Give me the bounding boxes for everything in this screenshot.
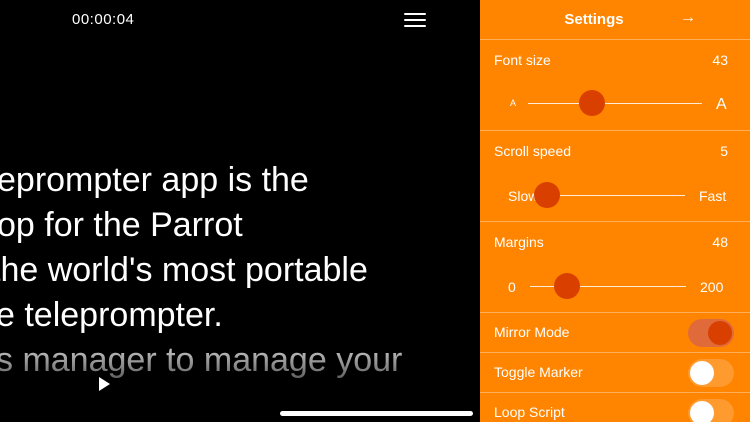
toggle-knob: [690, 361, 714, 385]
font-size-setting: Font size 43 A A: [480, 40, 750, 131]
script-line: e teleprompter.: [0, 296, 223, 334]
mirror-mode-toggle[interactable]: [688, 319, 734, 347]
script-line: eprompter app is the: [0, 161, 309, 199]
margins-min-label: 0: [508, 279, 516, 295]
font-size-slider-thumb[interactable]: [579, 90, 606, 116]
toggle-marker-setting: Toggle Marker: [480, 353, 750, 393]
scroll-speed-slider[interactable]: [534, 182, 685, 208]
scroll-speed-slider-thumb[interactable]: [534, 182, 560, 208]
settings-panel: Settings → Font size 43 A A Scroll speed…: [480, 0, 750, 422]
toggle-knob: [690, 401, 714, 422]
font-size-label: Font size: [494, 52, 551, 68]
margins-value: 48: [712, 234, 728, 250]
font-size-min-label: A: [510, 98, 517, 108]
font-size-max-label: A: [716, 96, 727, 113]
scroll-speed-label: Scroll speed: [494, 143, 572, 159]
margins-label: Margins: [494, 234, 544, 250]
margins-slider-thumb[interactable]: [554, 273, 581, 299]
margins-setting: Margins 48 0 200: [480, 222, 750, 313]
margins-slider[interactable]: [530, 273, 686, 299]
settings-title: Settings: [564, 11, 624, 28]
close-arrow-icon[interactable]: →: [680, 9, 696, 27]
script-line: op for the Parrot: [0, 206, 243, 244]
settings-header: Settings →: [480, 0, 750, 40]
toggle-knob: [708, 321, 732, 345]
mirror-mode-label: Mirror Mode: [494, 324, 570, 340]
play-icon[interactable]: [99, 377, 110, 391]
script-line: the world's most portable: [0, 251, 368, 289]
loop-script-setting: Loop Script: [480, 393, 750, 422]
loop-script-toggle[interactable]: [688, 399, 734, 422]
script-text: eprompter app is the op for the Parrot t…: [0, 158, 480, 388]
home-indicator: [280, 411, 473, 416]
font-size-value: 43: [712, 52, 728, 68]
mirror-mode-setting: Mirror Mode: [480, 313, 750, 353]
elapsed-timer: 00:00:04: [72, 11, 135, 28]
script-line: s manager to manage your: [0, 341, 403, 379]
loop-script-label: Loop Script: [494, 404, 565, 420]
margins-max-label: 200: [700, 279, 724, 295]
font-size-slider[interactable]: [528, 90, 702, 116]
scroll-speed-max-label: Fast: [699, 188, 727, 204]
prompter-view[interactable]: 00:00:04 eprompter app is the op for the…: [0, 0, 480, 422]
scroll-speed-value: 5: [720, 143, 728, 159]
scroll-speed-setting: Scroll speed 5 Slow Fast: [480, 131, 750, 222]
toggle-marker-toggle[interactable]: [688, 359, 734, 387]
hamburger-menu-icon[interactable]: [404, 13, 426, 27]
toggle-marker-label: Toggle Marker: [494, 364, 583, 380]
